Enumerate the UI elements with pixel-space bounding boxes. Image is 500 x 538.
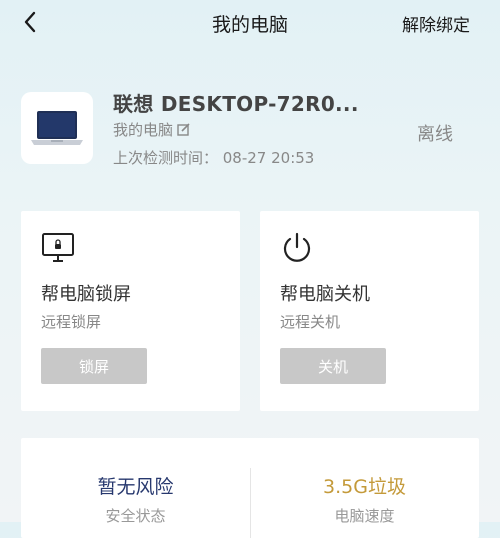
lock-screen-title: 帮电脑锁屏 bbox=[41, 284, 131, 305]
edit-icon bbox=[177, 123, 190, 136]
nav-header: 我的电脑 解除绑定 bbox=[0, 0, 500, 44]
shutdown-button[interactable]: 关机 bbox=[280, 348, 386, 384]
unbind-button[interactable]: 解除绑定 bbox=[402, 11, 470, 36]
device-rename[interactable]: 我的电脑 bbox=[113, 119, 190, 140]
lock-screen-button[interactable]: 锁屏 bbox=[41, 348, 147, 384]
status-badge: 离线 bbox=[417, 124, 453, 145]
pc-speed-status[interactable]: 3.5G垃圾 电脑速度 bbox=[250, 472, 479, 526]
device-info: 联想 DESKTOP-72R0... 我的电脑 上次检测时间： 08-27 20… bbox=[21, 92, 481, 172]
security-status[interactable]: 暂无风险 安全状态 bbox=[21, 472, 250, 526]
pc-speed-label: 电脑速度 bbox=[334, 507, 395, 525]
security-status-value: 暂无风险 bbox=[97, 476, 174, 498]
security-status-label: 安全状态 bbox=[105, 507, 166, 525]
device-name: 联想 DESKTOP-72R0... bbox=[113, 92, 359, 116]
shutdown-card: 帮电脑关机 远程关机 关机 bbox=[260, 211, 479, 411]
monitor-lock-icon bbox=[42, 233, 74, 262]
shutdown-title: 帮电脑关机 bbox=[280, 284, 370, 305]
lock-screen-card: 帮电脑锁屏 远程锁屏 锁屏 bbox=[21, 211, 240, 411]
laptop-icon bbox=[31, 111, 83, 145]
junk-size-value: 3.5G垃圾 bbox=[323, 476, 406, 498]
last-check-time: 上次检测时间： 08-27 20:53 bbox=[113, 149, 315, 167]
device-subtitle: 我的电脑 bbox=[113, 121, 174, 139]
device-thumbnail bbox=[21, 92, 93, 164]
status-summary-card: 暂无风险 安全状态 3.5G垃圾 电脑速度 bbox=[21, 438, 479, 538]
lock-screen-desc: 远程锁屏 bbox=[41, 313, 102, 331]
shutdown-desc: 远程关机 bbox=[280, 313, 341, 331]
power-icon bbox=[283, 232, 311, 262]
